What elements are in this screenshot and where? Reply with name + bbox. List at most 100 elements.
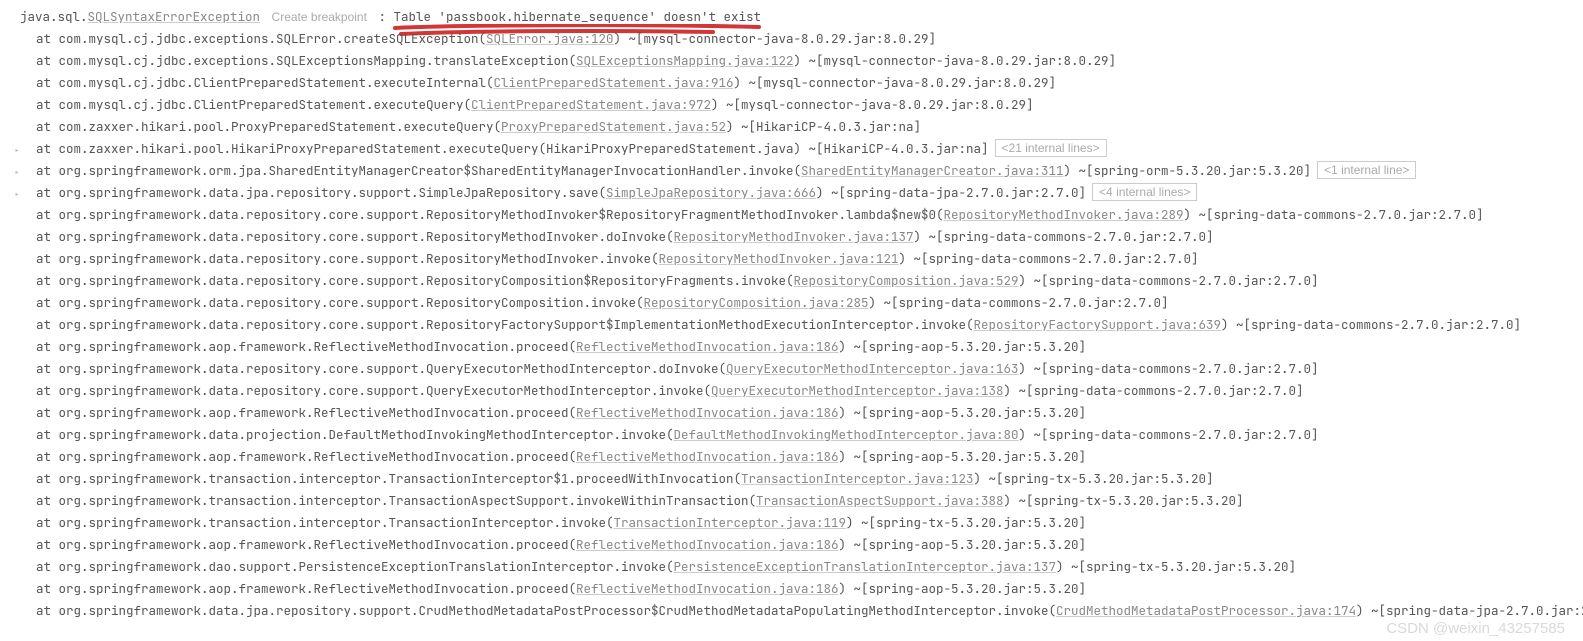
source-link[interactable]: TransactionAspectSupport.java:388 xyxy=(756,492,1004,509)
frame-jar: ) ~[mysql-connector-java-8.0.29.jar:8.0.… xyxy=(614,30,937,47)
frame-location: at org.springframework.data.repository.c… xyxy=(36,316,974,333)
frame-location: at com.mysql.cj.jdbc.exceptions.SQLError… xyxy=(36,30,486,47)
frame-location: at com.mysql.cj.jdbc.ClientPreparedState… xyxy=(36,74,494,91)
frame-location: at org.springframework.data.repository.c… xyxy=(36,382,711,399)
stack-frame: at com.mysql.cj.jdbc.ClientPreparedState… xyxy=(10,94,1583,116)
source-link[interactable]: DefaultMethodInvokingMethodInterceptor.j… xyxy=(674,426,1019,443)
stack-frame: at org.springframework.dao.support.Persi… xyxy=(10,556,1583,578)
frame-jar: ) ~[spring-aop-5.3.20.jar:5.3.20] xyxy=(839,448,1087,465)
stack-frame: at org.springframework.data.repository.c… xyxy=(10,248,1583,270)
fold-toggle-icon[interactable]: ▸ xyxy=(10,184,24,198)
frame-jar: ) ~[mysql-connector-java-8.0.29.jar:8.0.… xyxy=(711,96,1034,113)
stack-frame: at org.springframework.data.repository.c… xyxy=(10,204,1583,226)
frame-location: at org.springframework.aop.framework.Ref… xyxy=(36,338,576,355)
source-link[interactable]: ReflectiveMethodInvocation.java:186 xyxy=(576,404,839,421)
frame-location: at org.springframework.transaction.inter… xyxy=(36,492,756,509)
source-link[interactable]: SimpleJpaRepository.java:666 xyxy=(606,184,816,201)
source-link[interactable]: RepositoryMethodInvoker.java:137 xyxy=(674,228,914,245)
frame-jar: ) ~[spring-tx-5.3.20.jar:5.3.20] xyxy=(1056,558,1296,575)
frame-jar: ) ~[spring-data-commons-2.7.0.jar:2.7.0] xyxy=(1019,272,1319,289)
stack-frame: at org.springframework.data.projection.D… xyxy=(10,424,1583,446)
frame-jar: ) ~[spring-data-commons-2.7.0.jar:2.7.0] xyxy=(1221,316,1521,333)
frame-jar: ) ~[spring-data-commons-2.7.0.jar:2.7.0] xyxy=(1019,360,1319,377)
frame-location: at com.zaxxer.hikari.pool.ProxyPreparedS… xyxy=(36,118,501,135)
frame-location: at org.springframework.data.repository.c… xyxy=(36,360,726,377)
create-breakpoint-button[interactable]: Create breakpoint xyxy=(268,10,371,24)
frame-jar: ) ~[spring-aop-5.3.20.jar:5.3.20] xyxy=(839,338,1087,355)
stack-frame: at com.mysql.cj.jdbc.exceptions.SQLExcep… xyxy=(10,50,1583,72)
frame-location: at org.springframework.dao.support.Persi… xyxy=(36,558,674,575)
source-link[interactable]: TransactionInterceptor.java:119 xyxy=(614,514,847,531)
stack-frames: at com.mysql.cj.jdbc.exceptions.SQLError… xyxy=(10,28,1583,622)
source-link[interactable]: TransactionInterceptor.java:123 xyxy=(741,470,974,487)
source-link[interactable]: ReflectiveMethodInvocation.java:186 xyxy=(576,448,839,465)
source-link[interactable]: ProxyPreparedStatement.java:52 xyxy=(501,118,726,135)
frame-location: at org.springframework.aop.framework.Ref… xyxy=(36,448,576,465)
collapsed-frames-badge[interactable]: <4 internal lines> xyxy=(1092,183,1197,201)
frame-location: at org.springframework.data.repository.c… xyxy=(36,206,944,223)
frame-jar: ) ~[spring-data-jpa-2.7.0.jar:2.7.0] xyxy=(1356,602,1583,619)
frame-location: at com.mysql.cj.jdbc.ClientPreparedState… xyxy=(36,96,471,113)
exception-colon: : xyxy=(378,8,393,25)
stack-frame: at com.mysql.cj.jdbc.exceptions.SQLError… xyxy=(10,28,1583,50)
source-link[interactable]: SQLExceptionsMapping.java:122 xyxy=(576,52,794,69)
source-link[interactable]: ReflectiveMethodInvocation.java:186 xyxy=(576,536,839,553)
stack-frame: at org.springframework.transaction.inter… xyxy=(10,512,1583,534)
stack-frame: ▸ at com.zaxxer.hikari.pool.HikariProxyPr… xyxy=(10,138,1583,160)
source-link[interactable]: QueryExecutorMethodInterceptor.java:163 xyxy=(726,360,1019,377)
collapsed-frames-badge[interactable]: <1 internal line> xyxy=(1317,161,1416,179)
source-link[interactable]: RepositoryFactorySupport.java:639 xyxy=(974,316,1222,333)
frame-jar: ) ~[spring-tx-5.3.20.jar:5.3.20] xyxy=(846,514,1086,531)
frame-location: at org.springframework.transaction.inter… xyxy=(36,470,741,487)
stack-frame: at org.springframework.data.repository.c… xyxy=(10,380,1583,402)
source-link[interactable]: RepositoryComposition.java:529 xyxy=(794,272,1019,289)
source-link[interactable]: RepositoryMethodInvoker.java:121 xyxy=(659,250,899,267)
source-link[interactable]: RepositoryComposition.java:285 xyxy=(644,294,869,311)
exception-message: Table 'passbook.hibernate_sequence' does… xyxy=(393,6,761,28)
source-link[interactable]: ReflectiveMethodInvocation.java:186 xyxy=(576,338,839,355)
frame-location: at org.springframework.data.jpa.reposito… xyxy=(36,602,1056,619)
stack-frame: at org.springframework.aop.framework.Ref… xyxy=(10,578,1583,600)
stack-frame: ▸ at org.springframework.orm.jpa.SharedEn… xyxy=(10,160,1583,182)
source-link[interactable]: SharedEntityManagerCreator.java:311 xyxy=(801,162,1064,179)
source-link[interactable]: CrudMethodMetadataPostProcessor.java:174 xyxy=(1056,602,1356,619)
stack-frame: at org.springframework.data.repository.c… xyxy=(10,358,1583,380)
source-link[interactable]: QueryExecutorMethodInterceptor.java:138 xyxy=(711,382,1004,399)
source-link[interactable]: ReflectiveMethodInvocation.java:186 xyxy=(576,580,839,597)
frame-location: at org.springframework.orm.jpa.SharedEnt… xyxy=(36,162,801,179)
source-link[interactable]: ClientPreparedStatement.java:916 xyxy=(494,74,734,91)
exception-class-link[interactable]: SQLSyntaxErrorException xyxy=(88,8,261,25)
source-link[interactable]: RepositoryMethodInvoker.java:289 xyxy=(944,206,1184,223)
frame-location: at org.springframework.aop.framework.Ref… xyxy=(36,536,576,553)
frame-location: at org.springframework.transaction.inter… xyxy=(36,514,614,531)
frame-jar: ) ~[spring-aop-5.3.20.jar:5.3.20] xyxy=(839,404,1087,421)
frame-jar: ) ~[spring-tx-5.3.20.jar:5.3.20] xyxy=(1004,492,1244,509)
stack-frame: at org.springframework.transaction.inter… xyxy=(10,490,1583,512)
frame-location: at org.springframework.data.repository.c… xyxy=(36,272,794,289)
source-link[interactable]: PersistenceExceptionTranslationIntercept… xyxy=(674,558,1057,575)
source-link[interactable]: ClientPreparedStatement.java:972 xyxy=(471,96,711,113)
frame-jar: ) ~[spring-data-commons-2.7.0.jar:2.7.0] xyxy=(869,294,1169,311)
collapsed-frames-badge[interactable]: <21 internal lines> xyxy=(995,139,1107,157)
stack-trace: java.sql.SQLSyntaxErrorException Create … xyxy=(0,0,1583,628)
stack-frame: ▸ at org.springframework.data.jpa.reposit… xyxy=(10,182,1583,204)
exception-message-text: Table 'passbook.hibernate_sequence' does… xyxy=(393,8,761,25)
frame-location: at org.springframework.data.repository.c… xyxy=(36,294,644,311)
fold-toggle-icon[interactable]: ▸ xyxy=(10,140,24,154)
frame-location: at org.springframework.aop.framework.Ref… xyxy=(36,580,576,597)
frame-jar: ) ~[spring-tx-5.3.20.jar:5.3.20] xyxy=(974,470,1214,487)
stack-frame: at org.springframework.data.repository.c… xyxy=(10,292,1583,314)
fold-toggle-icon[interactable]: ▸ xyxy=(10,162,24,176)
exception-package: java.sql. xyxy=(20,8,88,25)
frame-jar: ) ~[spring-orm-5.3.20.jar:5.3.20] xyxy=(1064,162,1312,179)
frame-location: at org.springframework.data.jpa.reposito… xyxy=(36,184,606,201)
stack-frame: at com.mysql.cj.jdbc.ClientPreparedState… xyxy=(10,72,1583,94)
frame-location: at org.springframework.data.projection.D… xyxy=(36,426,674,443)
frame-jar: ) ~[spring-data-commons-2.7.0.jar:2.7.0] xyxy=(914,228,1214,245)
stack-frame: at org.springframework.aop.framework.Ref… xyxy=(10,446,1583,468)
frame-jar: ) ~[mysql-connector-java-8.0.29.jar:8.0.… xyxy=(734,74,1057,91)
frame-location: at org.springframework.aop.framework.Ref… xyxy=(36,404,576,421)
frame-location: at com.zaxxer.hikari.pool.HikariProxyPre… xyxy=(36,140,989,157)
source-link[interactable]: SQLError.java:120 xyxy=(486,30,614,47)
stack-frame: at org.springframework.data.repository.c… xyxy=(10,226,1583,248)
